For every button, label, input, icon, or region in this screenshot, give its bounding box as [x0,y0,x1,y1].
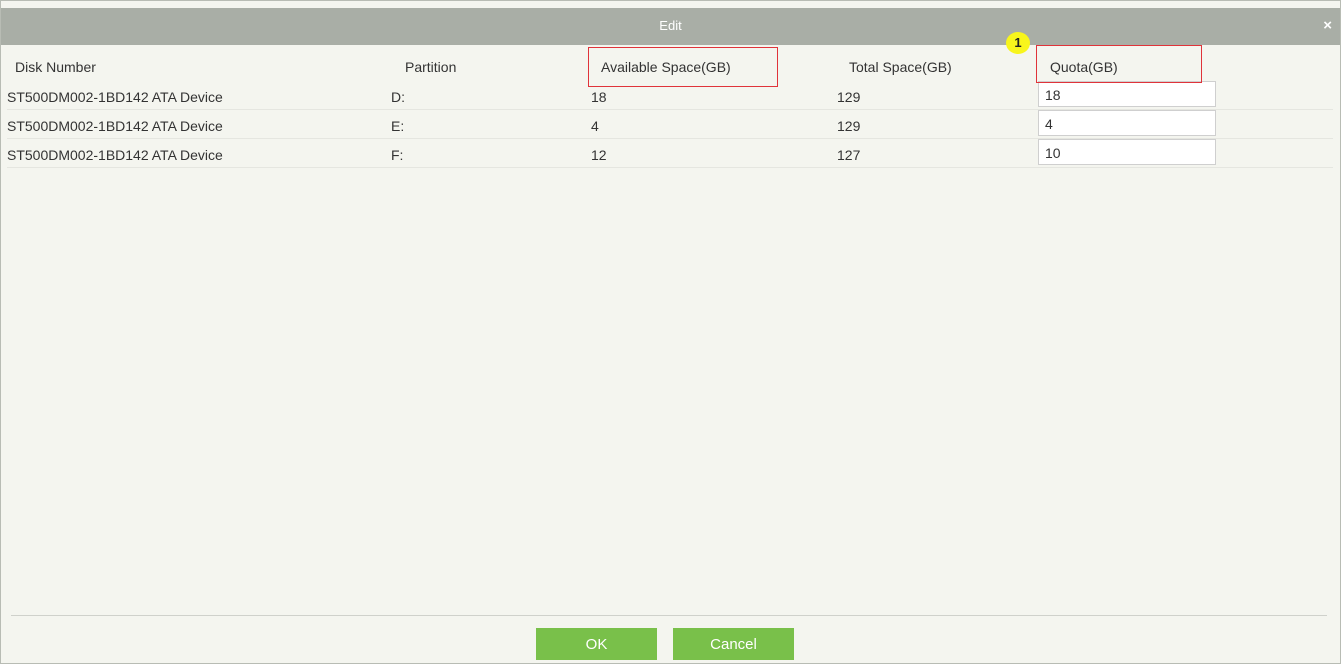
quota-input-e[interactable] [1038,110,1216,136]
quota-highlight-box [1036,45,1202,83]
total-space-cell: 129 [837,89,861,105]
partition-cell: F: [391,147,404,163]
total-space-cell: 129 [837,118,861,134]
quota-input-f[interactable] [1038,139,1216,165]
dialog-title: Edit [659,18,682,33]
ok-button[interactable]: OK [536,628,657,660]
total-space-cell: 127 [837,147,861,163]
cancel-button[interactable]: Cancel [673,628,794,660]
dialog-titlebar: Edit × [1,8,1340,45]
available-space-highlight-box [588,47,778,87]
annotation-badge: 1 [1006,32,1030,54]
header-partition: Partition [405,59,457,75]
table-row: ST500DM002-1BD142 ATA Device F: 12 127 [7,139,1333,168]
footer-divider [11,615,1327,616]
disk-number-cell: ST500DM002-1BD142 ATA Device [7,89,223,105]
available-space-cell: 18 [591,89,607,105]
partition-cell: D: [391,89,405,105]
table-row: ST500DM002-1BD142 ATA Device E: 4 129 [7,110,1333,139]
header-disk-number: Disk Number [15,59,96,75]
edit-dialog: Edit × Disk Number Partition Available S… [0,0,1341,664]
available-space-cell: 12 [591,147,607,163]
disk-number-cell: ST500DM002-1BD142 ATA Device [7,147,223,163]
close-icon[interactable]: × [1323,17,1332,34]
quota-input-d[interactable] [1038,81,1216,107]
partition-cell: E: [391,118,405,134]
header-total-space: Total Space(GB) [849,59,952,75]
disk-number-cell: ST500DM002-1BD142 ATA Device [7,118,223,134]
available-space-cell: 4 [591,118,599,134]
